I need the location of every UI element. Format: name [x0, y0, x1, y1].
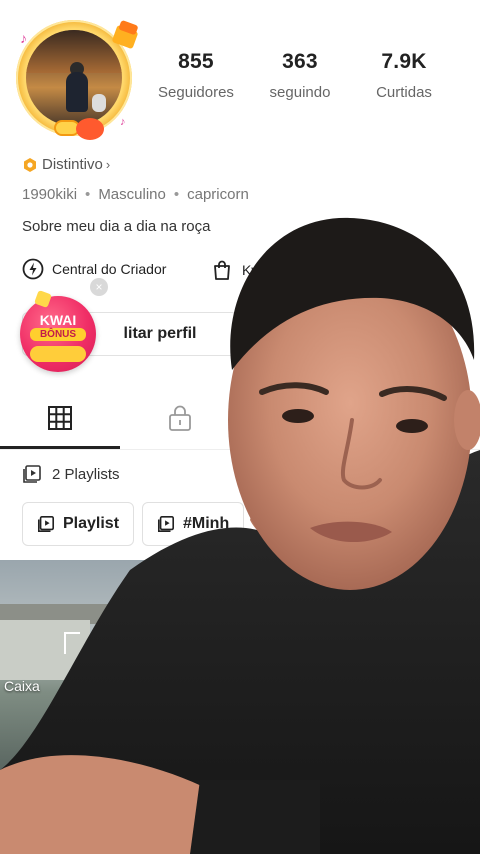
stat-followers-label: Seguidores	[158, 84, 234, 101]
video-caption: Caixa	[4, 678, 40, 694]
video-thumbnail[interactable]	[198, 774, 320, 854]
flower-icon	[76, 118, 104, 140]
stat-likes-label: Curtidas	[376, 84, 432, 101]
edit-profile-label: litar perfil	[123, 325, 197, 342]
profile-bio: Sobre meu dia a dia na roça	[22, 218, 211, 235]
playlists-header[interactable]: 2 Playlists	[22, 464, 120, 484]
playlist-icon	[23, 465, 41, 483]
playlist-icon	[157, 515, 175, 533]
badge-link[interactable]: Distintivo ›	[22, 156, 110, 173]
grid-icon	[48, 406, 72, 430]
kwai-bonus-subtitle: BÔNUS	[30, 328, 86, 341]
creator-center-link[interactable]: Central do Criador	[22, 258, 166, 280]
tab-videos[interactable]	[0, 386, 120, 450]
creator-center-label: Central do Criador	[52, 261, 167, 277]
stat-following-count: 363	[282, 50, 318, 73]
stat-followers-count: 855	[178, 50, 214, 73]
kwai-bonus-title: KWAI	[39, 312, 77, 328]
stat-followers[interactable]: 855 Seguidores	[146, 50, 246, 101]
content-tabs	[0, 386, 480, 450]
stat-likes[interactable]: 7.9K Curtidas	[354, 50, 454, 101]
profile-meta: 1990kiki • Masculino • capricorn	[22, 186, 249, 203]
music-note-icon: ♪	[120, 116, 126, 128]
video-thumbnail[interactable]	[0, 560, 160, 780]
tab-private[interactable]	[120, 386, 240, 450]
active-tab-indicator	[0, 446, 120, 449]
shop-label: Kw	[242, 262, 262, 278]
username: 1990kiki	[22, 186, 78, 203]
shopping-bag-icon	[214, 260, 230, 280]
video-icon	[64, 632, 80, 654]
coins-icon	[30, 346, 86, 362]
chevron-right-icon: ›	[105, 157, 111, 172]
playlist-chip[interactable]: #Minh	[142, 502, 245, 546]
kwai-bonus-widget[interactable]: KWAI BÔNUS	[20, 290, 98, 372]
stat-following[interactable]: 363 seguindo	[250, 50, 350, 101]
shop-link[interactable]: Kw	[210, 258, 261, 282]
gender: Masculino	[98, 186, 166, 203]
lock-icon	[169, 405, 191, 431]
playlists-count: 2 Playlists	[52, 465, 120, 483]
playlist-icon	[37, 515, 55, 533]
zodiac-sign: capricorn	[187, 186, 249, 203]
stat-following-label: seguindo	[269, 84, 331, 101]
badge-label: Distintivo	[42, 156, 103, 173]
profile-stats: 855 Seguidores 363 seguindo 7.9K Curtida…	[146, 50, 456, 110]
playlist-chip-label: #Minh	[183, 515, 230, 532]
stat-likes-count: 7.9K	[381, 50, 427, 73]
playlist-chip[interactable]: Playlist	[22, 502, 135, 546]
separator-dot: •	[173, 186, 180, 203]
lightning-icon	[22, 258, 44, 280]
music-note-icon: ♪	[20, 30, 27, 46]
separator-dot: •	[85, 186, 91, 203]
hexagon-badge-icon	[24, 157, 36, 172]
playlist-chip-label: Playlist	[63, 515, 120, 532]
profile-avatar[interactable]: ♪ ♪	[16, 20, 132, 140]
